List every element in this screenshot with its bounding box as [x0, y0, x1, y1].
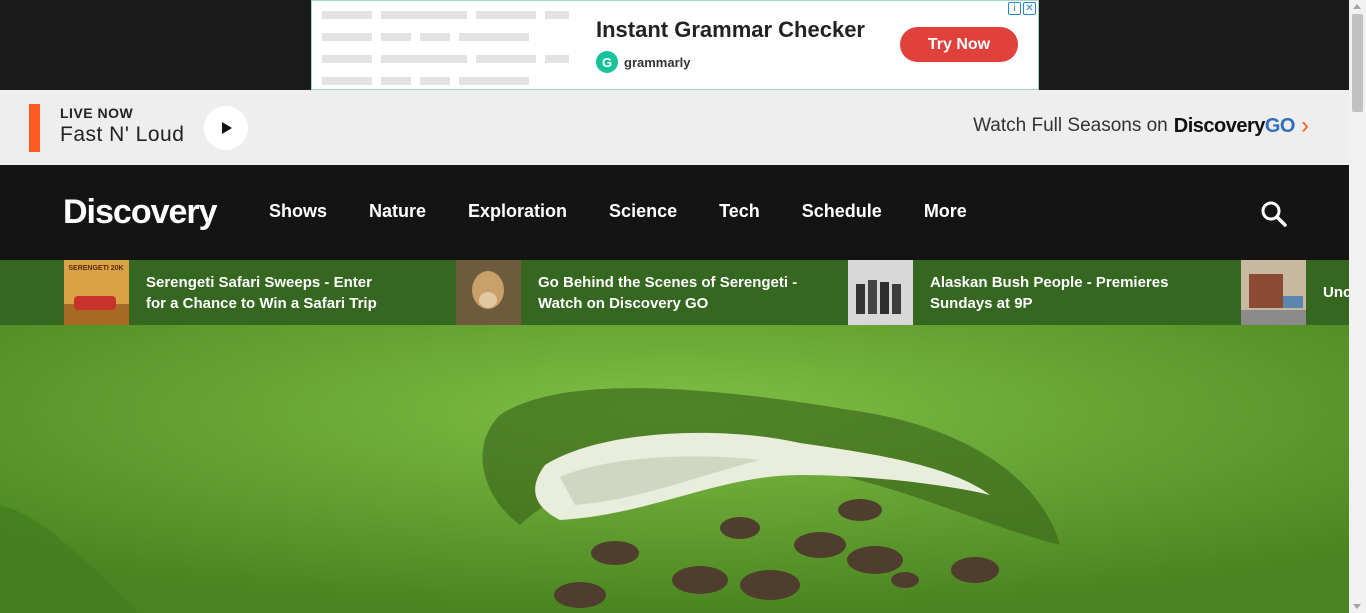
watch-full-text: Watch Full Seasons on — [973, 115, 1168, 136]
nav-menu: Shows Nature Exploration Science Tech Sc… — [269, 201, 1009, 222]
ad-choices[interactable]: i ✕ — [1008, 2, 1036, 15]
hero-image[interactable] — [0, 325, 1349, 613]
scroll-up-icon[interactable] — [1353, 4, 1361, 9]
nav-item-shows[interactable]: Shows — [269, 201, 327, 222]
main-navigation: Discovery Shows Nature Exploration Scien… — [0, 165, 1349, 260]
promo-strip: SERENGETI 20K Serengeti Safari Sweeps - … — [0, 260, 1349, 325]
ad-banner[interactable]: Instant Grammar Checker G grammarly Try … — [311, 0, 1039, 90]
promo-text: Serengeti Safari Sweeps - Enter for a Ch… — [146, 273, 377, 312]
search-icon[interactable] — [1260, 200, 1288, 228]
page-scrollbar[interactable] — [1349, 0, 1366, 613]
promo-thumbnail — [848, 260, 913, 325]
nav-item-tech[interactable]: Tech — [719, 201, 760, 222]
close-icon[interactable]: ✕ — [1023, 2, 1036, 15]
promo-thumbnail — [456, 260, 521, 325]
scroll-down-icon[interactable] — [1353, 604, 1361, 609]
ad-brand-name: grammarly — [624, 54, 691, 70]
nav-item-more[interactable]: More — [924, 201, 967, 222]
ad-headline[interactable]: Instant Grammar Checker — [596, 17, 865, 43]
discovery-logo[interactable]: Discovery — [63, 193, 218, 232]
serengeti-landscape-image — [0, 325, 1349, 613]
ad-brand[interactable]: G grammarly — [596, 51, 690, 73]
promo-text: Go Behind the Scenes of Serengeti - Watc… — [538, 273, 798, 312]
nav-item-science[interactable]: Science — [609, 201, 677, 222]
play-icon — [222, 122, 232, 134]
play-button[interactable] — [204, 106, 248, 150]
live-now-label: LIVE NOW — [60, 105, 134, 121]
promo-item[interactable]: Alaskan Bush People - Premieres Sundays … — [848, 260, 1180, 325]
promo-text: Unc Pre — [1323, 284, 1349, 301]
promo-text: Alaskan Bush People - Premieres Sundays … — [930, 273, 1169, 312]
grammarly-logo-icon: G — [596, 51, 618, 73]
discovery-go-logo: DiscoveryGO — [1173, 114, 1296, 137]
nav-item-nature[interactable]: Nature — [369, 201, 426, 222]
ad-banner-area: Instant Grammar Checker G grammarly Try … — [0, 0, 1349, 90]
promo-item[interactable]: SERENGETI 20K Serengeti Safari Sweeps - … — [64, 260, 396, 325]
live-show-title[interactable]: Fast N' Loud — [60, 123, 184, 147]
promo-item[interactable]: Unc Pre — [1241, 260, 1349, 325]
promo-thumbnail — [1241, 260, 1306, 325]
promo-thumbnail: SERENGETI 20K — [64, 260, 129, 325]
scrollbar-thumb[interactable] — [1352, 14, 1363, 112]
chevron-right-icon: › — [1301, 112, 1309, 139]
watch-full-seasons-link[interactable]: Watch Full Seasons on DiscoveryGO › — [973, 114, 1309, 138]
info-icon[interactable]: i — [1008, 2, 1021, 15]
live-now-bar: LIVE NOW Fast N' Loud Watch Full Seasons… — [0, 90, 1349, 165]
promo-item[interactable]: Go Behind the Scenes of Serengeti - Watc… — [456, 260, 798, 325]
live-accent-bar — [29, 104, 40, 152]
svg-text:SERENGETI 20K: SERENGETI 20K — [68, 265, 123, 272]
nav-item-exploration[interactable]: Exploration — [468, 201, 567, 222]
ad-try-now-button[interactable]: Try Now — [900, 27, 1018, 62]
ad-placeholder-lines — [322, 11, 570, 99]
nav-item-schedule[interactable]: Schedule — [802, 201, 882, 222]
